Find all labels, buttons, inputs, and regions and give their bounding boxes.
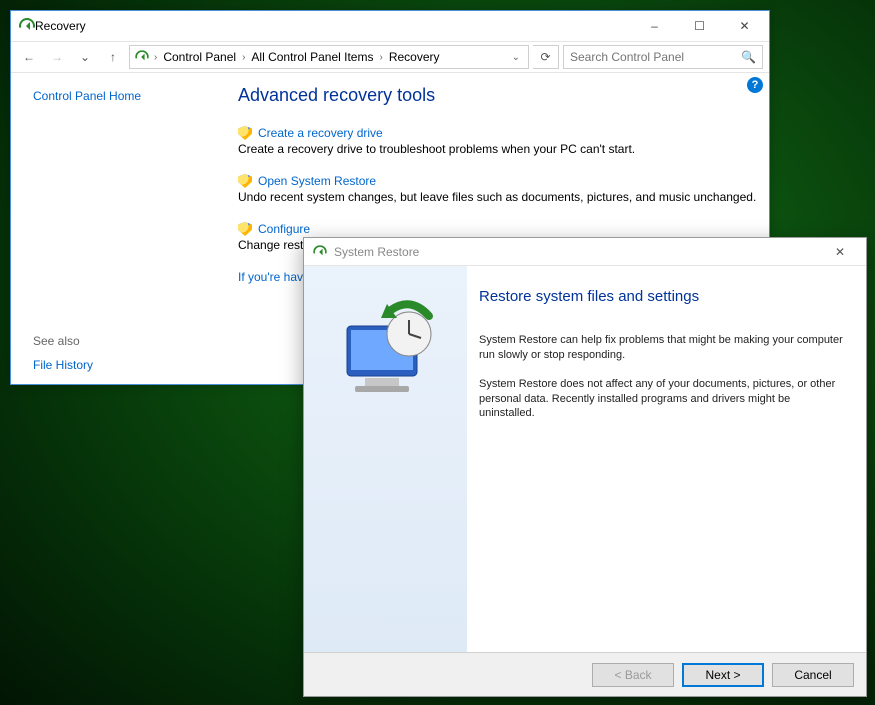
system-restore-dialog: System Restore ✕ Restore system files an… [303,237,867,697]
open-system-restore-link[interactable]: Open System Restore [258,174,376,188]
breadcrumb-sep: › [154,52,157,63]
help-icon[interactable]: ? [747,77,763,93]
see-also: See also File History [33,334,210,372]
create-recovery-drive-desc: Create a recovery drive to troubleshoot … [238,142,759,156]
dialog-main: Restore system files and settings System… [467,266,866,652]
dialog-close-button[interactable]: ✕ [820,240,860,264]
having-problems-link[interactable]: If you're havi [238,270,306,284]
dialog-title: System Restore [334,245,820,259]
back-button[interactable]: ← [17,45,41,69]
shield-icon [238,174,252,188]
shield-icon [238,222,252,236]
window-title: Recovery [35,19,632,33]
recent-locations-button[interactable]: ⌄ [73,45,97,69]
cancel-button[interactable]: Cancel [772,663,854,687]
dialog-paragraph-2: System Restore does not affect any of yo… [479,377,848,422]
create-recovery-drive-link[interactable]: Create a recovery drive [258,126,383,140]
see-also-label: See also [33,334,210,348]
dialog-body: Restore system files and settings System… [304,266,866,652]
crumb-all-items[interactable]: All Control Panel Items [249,50,375,64]
search-box[interactable]: 🔍 [563,45,763,69]
configure-system-restore-link[interactable]: Configure [258,222,310,236]
sidebar: Control Panel Home See also File History [11,73,226,384]
file-history-link[interactable]: File History [33,358,93,372]
search-input[interactable] [570,50,741,64]
breadcrumb[interactable]: › Control Panel › All Control Panel Item… [129,45,529,69]
search-icon[interactable]: 🔍 [741,50,756,64]
forward-button[interactable]: → [45,45,69,69]
breadcrumb-sep: › [379,52,382,63]
shield-icon [238,126,252,140]
maximize-button[interactable]: ☐ [677,12,722,40]
breadcrumb-icon [135,50,149,64]
dialog-button-row: < Back Next > Cancel [304,652,866,696]
breadcrumb-sep: › [242,52,245,63]
close-button[interactable]: ✕ [722,12,767,40]
back-button[interactable]: < Back [592,663,674,687]
sidebar-home-link[interactable]: Control Panel Home [33,89,210,103]
dialog-heading: Restore system files and settings [479,288,848,305]
recovery-icon [19,18,35,34]
dialog-titlebar[interactable]: System Restore ✕ [304,238,866,266]
open-system-restore-desc: Undo recent system changes, but leave fi… [238,190,759,204]
up-button[interactable]: ↑ [101,45,125,69]
crumb-control-panel[interactable]: Control Panel [161,50,238,64]
system-restore-icon [313,245,327,259]
crumb-recovery[interactable]: Recovery [387,50,442,64]
restore-graphic-icon [331,296,441,406]
refresh-button[interactable]: ⟳ [533,45,559,69]
address-bar: ← → ⌄ ↑ › Control Panel › All Control Pa… [11,41,769,73]
tool-create-recovery-drive: Create a recovery drive Create a recover… [238,126,759,156]
next-button[interactable]: Next > [682,663,764,687]
breadcrumb-dropdown[interactable]: ⌄ [508,52,524,63]
minimize-button[interactable]: – [632,12,677,40]
window-buttons: – ☐ ✕ [632,12,767,40]
dialog-paragraph-1: System Restore can help fix problems tha… [479,333,848,363]
tool-open-system-restore: Open System Restore Undo recent system c… [238,174,759,204]
page-heading: Advanced recovery tools [238,85,759,106]
titlebar[interactable]: Recovery – ☐ ✕ [11,11,769,41]
dialog-sidebar [304,266,467,652]
